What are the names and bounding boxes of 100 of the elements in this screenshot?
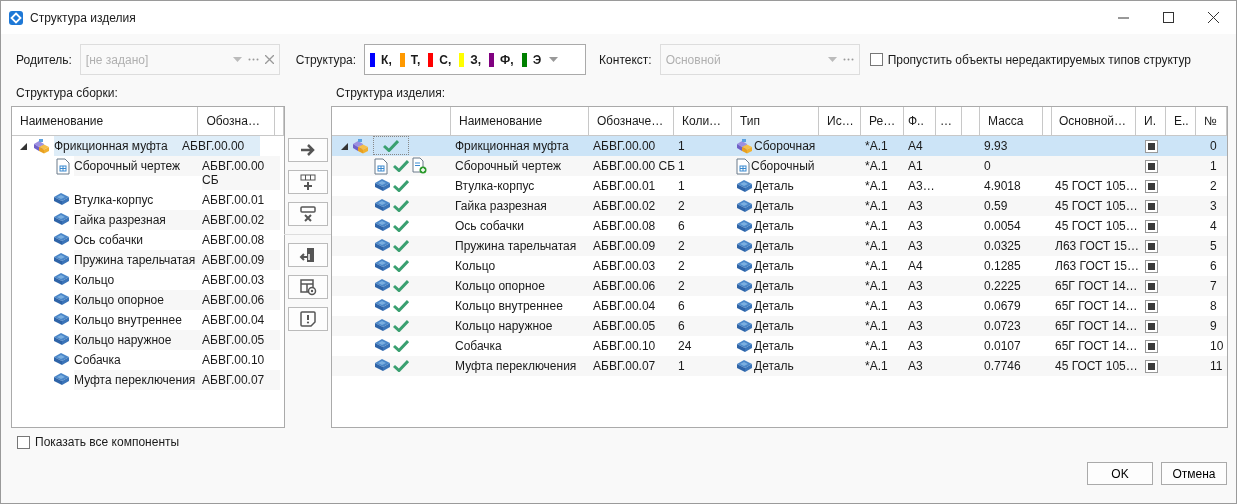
quantity-cell-text: 24 <box>677 338 693 355</box>
expand-arrow-icon[interactable] <box>20 143 27 150</box>
part-icon <box>53 212 70 226</box>
checkbox[interactable] <box>1145 239 1158 253</box>
column-header[interactable]: Коли… <box>674 107 732 135</box>
tree-row[interactable]: Пружина тарельчатая АБВГ.00.09 <box>12 250 284 270</box>
material-cell: 65Г ГОСТ 14… <box>1055 279 1138 293</box>
designation-cell-text: АБВГ.00.01 <box>202 192 266 209</box>
tree-row[interactable]: Гайка разрезная АБВГ.00.02 <box>12 210 284 230</box>
type-cell: Сборочная <box>754 139 816 153</box>
table-row[interactable]: Пружина тарельчатая АБВГ.00.09 2 Деталь *A.1 A3 0.0325 Л63 ГОСТ 15… 5 <box>332 236 1227 256</box>
designation-cell-text: АБВГ.00.03 <box>592 258 657 275</box>
maximize-icon <box>1163 12 1174 23</box>
column-header[interactable]: Основной… <box>1051 107 1136 135</box>
tree-row[interactable]: Собачка АБВГ.00.10 <box>12 350 284 370</box>
table-row[interactable]: Кольцо наружное АБВГ.00.05 6 Деталь *A.1 A3 0.0723 65Г ГОСТ 14… 9 <box>332 316 1227 336</box>
move-right-button[interactable] <box>288 138 328 162</box>
note-alert-icon <box>299 310 317 328</box>
part-icon <box>374 258 391 272</box>
part-icon <box>53 252 70 266</box>
column-header[interactable]: Наименование <box>12 107 199 135</box>
column-header[interactable]: Масса <box>980 107 1043 135</box>
section-title: Структура сборки: <box>15 86 119 102</box>
expand-arrow-icon[interactable] <box>341 143 348 150</box>
designation-cell: АБВГ.00.00 СБ <box>202 156 280 190</box>
part-icon <box>736 179 753 193</box>
tree-row[interactable]: Сборочный чертеж АБВГ.00.00 СБ <box>12 156 284 190</box>
table-row[interactable]: Гайка разрезная АБВГ.00.02 2 Деталь *A.1 A3 0.59 45 ГОСТ 105… 3 <box>332 196 1227 216</box>
structure-field[interactable]: К, Т, С, З, Ф, Э <box>364 44 587 75</box>
table-row[interactable]: Ось собачки АБВГ.00.08 6 Деталь *A.1 A3 0.0054 45 ГОСТ 105… 4 <box>332 216 1227 236</box>
tree-row[interactable]: Втулка-корпус АБВГ.00.01 <box>12 190 284 210</box>
import-button[interactable] <box>288 243 328 267</box>
format-cell-text: A3… <box>907 178 936 195</box>
remove-row-button[interactable] <box>288 202 328 226</box>
tree-row[interactable]: Ось собачки АБВГ.00.08 <box>12 230 284 250</box>
checkbox[interactable] <box>1145 299 1158 313</box>
column-header[interactable]: Е.. <box>1166 107 1196 135</box>
more-icon <box>247 58 259 61</box>
checkbox[interactable] <box>1145 219 1158 233</box>
checkbox[interactable] <box>17 435 30 449</box>
checkbox[interactable] <box>869 53 883 66</box>
checkbox[interactable] <box>1145 339 1158 353</box>
format-cell-text: A3 <box>907 198 924 215</box>
checkbox[interactable] <box>1145 319 1158 333</box>
checkbox[interactable] <box>1145 359 1158 373</box>
column-header[interactable]: Наименование <box>451 107 589 135</box>
column-header[interactable]: Обозначе… <box>589 107 674 135</box>
checkbox[interactable] <box>1145 139 1158 153</box>
designation-cell-text: АБВГ.00.02 <box>592 198 657 215</box>
tree-row[interactable]: Кольцо АБВГ.00.03 <box>12 270 284 290</box>
column-header[interactable]: … <box>936 107 962 135</box>
table-row[interactable]: Кольцо АБВГ.00.03 2 Деталь *A.1 A4 0.1285 Л63 ГОСТ 15… 6 <box>332 256 1227 276</box>
type-cell: Деталь <box>754 279 794 293</box>
format-cell-text: A3 <box>907 358 924 375</box>
quantity-cell-text: 6 <box>677 298 686 315</box>
column-header[interactable]: Обозна… <box>198 107 275 135</box>
table-row[interactable]: Втулка-корпус АБВГ.00.01 1 Деталь *A.1 A3… 4.9018 45 ГОСТ 105… 2 <box>332 176 1227 196</box>
type-cell: Деталь <box>754 179 794 193</box>
checkbox[interactable] <box>1145 259 1158 273</box>
checkbox[interactable] <box>1145 199 1158 213</box>
column-header[interactable]: И. <box>1136 107 1166 135</box>
checkbox[interactable] <box>1145 159 1158 173</box>
column-header[interactable]: Ис… <box>819 107 861 135</box>
table-row[interactable]: Собачка АБВГ.00.10 24 Деталь *A.1 A3 0.0107 65Г ГОСТ 14… 10 <box>332 336 1227 356</box>
tree-row[interactable]: Кольцо наружное АБВГ.00.05 <box>12 330 284 350</box>
tree-row[interactable]: Муфта переключения АБВГ.00.07 <box>12 370 284 390</box>
checkbox[interactable] <box>1145 179 1158 193</box>
column-header[interactable]: Тип <box>732 107 819 135</box>
material-cell: 45 ГОСТ 105… <box>1055 179 1138 193</box>
add-row-button[interactable] <box>288 170 328 194</box>
checkbox[interactable] <box>1145 279 1158 293</box>
mass-cell-text: 0 <box>983 158 992 175</box>
dialog-button[interactable]: Отмена <box>1161 462 1227 485</box>
part-icon <box>736 299 753 313</box>
tree-row[interactable]: Кольцо опорное АБВГ.00.06 <box>12 290 284 310</box>
number-cell-text: 2 <box>1209 178 1218 195</box>
column-header[interactable]: Ф.. <box>904 107 936 135</box>
type-cell: Деталь <box>754 219 794 233</box>
table-row[interactable]: Кольцо опорное АБВГ.00.06 2 Деталь *A.1 A3 0.2225 65Г ГОСТ 14… 7 <box>332 276 1227 296</box>
column-header[interactable]: № <box>1196 107 1227 135</box>
column-header[interactable]: Ре… <box>861 107 904 135</box>
table-row[interactable]: Сборочный чертеж АБВГ.00.00 СБ 1 Сборочный *A.1 A1 0 1 <box>332 156 1227 176</box>
table-view-button[interactable] <box>288 275 328 299</box>
table-row[interactable]: Муфта переключения АБВГ.00.07 1 Деталь *A.1 A3 0.7746 45 ГОСТ 105… 11 <box>332 356 1227 376</box>
tree-item-name: Втулка-корпус <box>74 192 155 209</box>
tree-row[interactable]: Кольцо внутреннее АБВГ.00.04 <box>12 310 284 330</box>
quantity-cell-text: 2 <box>677 278 686 295</box>
more-icon <box>842 58 854 61</box>
assembly-icon <box>736 138 753 154</box>
drawing-icon <box>736 157 750 175</box>
part-icon <box>374 178 391 192</box>
tree-row[interactable]: Фрикционная муфта АБВГ.00.00 <box>12 136 284 156</box>
note-alert-button[interactable] <box>288 307 328 331</box>
dialog-button[interactable]: OK <box>1087 462 1153 485</box>
structure-tag: С, <box>439 52 452 67</box>
table-row[interactable]: Кольцо внутреннее АБВГ.00.04 6 Деталь *A.1 A3 0.0679 65Г ГОСТ 14… 8 <box>332 296 1227 316</box>
table-row[interactable]: Фрикционная муфта АБВГ.00.00 1 Сборочная *A.1 A4 9.93 0 <box>332 136 1227 156</box>
number-cell-text: 7 <box>1209 278 1218 295</box>
revision-cell-text: *A.1 <box>864 298 889 315</box>
designation-cell-text: АБВГ.00.08 <box>592 218 657 235</box>
